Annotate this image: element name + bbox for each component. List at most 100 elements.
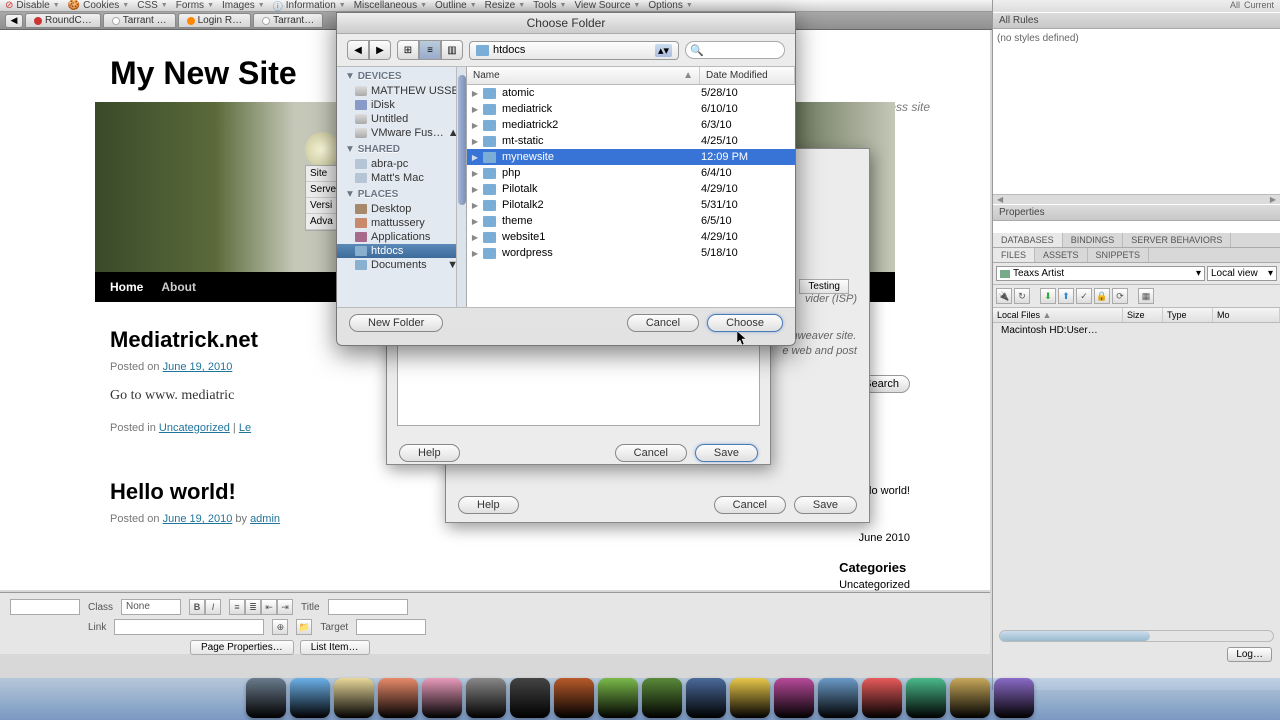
col-size[interactable]: Size <box>1123 308 1163 322</box>
sync-icon[interactable]: ⟳ <box>1112 288 1128 304</box>
testing-button[interactable]: Testing <box>799 279 849 294</box>
hello-world-link[interactable]: lo world! <box>869 485 910 497</box>
dock-app-13[interactable] <box>818 678 858 718</box>
tab-snippets[interactable]: SNIPPETS <box>1088 248 1150 262</box>
italic-icon[interactable]: I <box>205 599 221 615</box>
toolbar-resize[interactable]: Resize ▼ <box>485 0 526 11</box>
tab-tarrant1[interactable]: Tarrant … <box>103 13 176 28</box>
col-type[interactable]: Type <box>1163 308 1213 322</box>
path-selector[interactable]: htdocs ▴▾ <box>469 41 679 60</box>
toolbar-misc[interactable]: Miscellaneous ▼ <box>354 0 427 11</box>
file-row[interactable]: ▶mediatrick26/3/10 <box>467 117 795 133</box>
expand-icon[interactable]: ▦ <box>1138 288 1154 304</box>
site-selector[interactable]: Teaxs Artist▾ <box>996 266 1205 281</box>
log-button[interactable]: Log… <box>1227 647 1272 662</box>
save-button-inner[interactable]: Save <box>695 444 758 462</box>
indent-icon[interactable]: ⇥ <box>277 599 293 615</box>
page-properties-button[interactable]: Page Properties… <box>190 640 294 655</box>
cancel-button-inner[interactable]: Cancel <box>615 444 687 462</box>
file-row[interactable]: ▶wordpress5/18/10 <box>467 245 795 261</box>
dock-app-9[interactable] <box>642 678 682 718</box>
nav-back-btn[interactable]: ◀ <box>347 40 369 60</box>
files-row-1[interactable]: Macintosh HD:User… <box>993 323 1280 338</box>
nav-home[interactable]: Home <box>110 280 143 294</box>
connect-icon[interactable]: 🔌 <box>996 288 1012 304</box>
dock-app-2[interactable] <box>334 678 374 718</box>
dock-app-11[interactable] <box>730 678 770 718</box>
shared-matt[interactable]: Matt's Mac <box>337 171 466 185</box>
tab-databases[interactable]: DATABASES <box>993 233 1063 247</box>
place-home[interactable]: mattussery <box>337 216 466 230</box>
new-folder-button[interactable]: New Folder <box>349 314 443 332</box>
format-select[interactable] <box>10 599 80 615</box>
list-ol-icon[interactable]: ≣ <box>245 599 261 615</box>
dock-app-12[interactable] <box>774 678 814 718</box>
toolbar-images[interactable]: Images ▼ <box>222 0 265 11</box>
choose-button[interactable]: Choose <box>707 314 783 332</box>
uncategorized-link[interactable]: Uncategorized <box>839 579 910 591</box>
device-untitled[interactable]: Untitled <box>337 112 466 126</box>
link-input[interactable] <box>114 619 264 635</box>
category-link[interactable]: Uncategorized <box>159 422 230 434</box>
dock-app-7[interactable] <box>554 678 594 718</box>
outdent-icon[interactable]: ⇤ <box>261 599 277 615</box>
list-ul-icon[interactable]: ≡ <box>229 599 245 615</box>
toolbar-disable[interactable]: ⊘ Disable ▼ <box>5 0 60 11</box>
refresh-icon[interactable]: ↻ <box>1014 288 1030 304</box>
file-row[interactable]: ▶Pilotalk4/29/10 <box>467 181 795 197</box>
dock-app-5[interactable] <box>466 678 506 718</box>
file-row[interactable]: ▶website14/29/10 <box>467 229 795 245</box>
post-date-link[interactable]: June 19, 2010 <box>163 361 233 373</box>
dock-app-3[interactable] <box>378 678 418 718</box>
col-modified[interactable]: Mo <box>1213 308 1280 322</box>
nav-fwd-btn[interactable]: ▶ <box>369 40 391 60</box>
tab-serverbehaviors[interactable]: SERVER BEHAVIORS <box>1123 233 1231 247</box>
place-documents[interactable]: Documents▼ <box>337 258 466 272</box>
help-button-inner[interactable]: Help <box>399 444 460 462</box>
dock-app-1[interactable] <box>290 678 330 718</box>
dock-app-0[interactable] <box>246 678 286 718</box>
all-rules-header[interactable]: All Rules <box>993 12 1280 29</box>
link-browse-icon[interactable]: 📁 <box>296 619 312 635</box>
file-row[interactable]: ▶mediatrick6/10/10 <box>467 101 795 117</box>
place-desktop[interactable]: Desktop <box>337 202 466 216</box>
cancel-button-outer[interactable]: Cancel <box>714 496 786 514</box>
get-icon[interactable]: ⬇ <box>1040 288 1056 304</box>
toolbar-forms[interactable]: Forms ▼ <box>176 0 214 11</box>
toolbar-viewsource[interactable]: View Source ▼ <box>574 0 640 11</box>
dock-app-8[interactable] <box>598 678 638 718</box>
view-columns[interactable]: ▥ <box>441 40 463 60</box>
file-row[interactable]: ▶php6/4/10 <box>467 165 795 181</box>
tab-roundcube[interactable]: RoundC… <box>25 13 101 28</box>
title-input[interactable] <box>328 599 408 615</box>
dock-app-10[interactable] <box>686 678 726 718</box>
tab-tarrant2[interactable]: Tarrant… <box>253 13 323 28</box>
toolbar-options[interactable]: Options ▼ <box>648 0 692 11</box>
target-select[interactable] <box>356 619 426 635</box>
bold-icon[interactable]: B <box>189 599 205 615</box>
toolbar-info[interactable]: ⓘ Information ▼ <box>273 0 346 13</box>
comment-link[interactable]: Le <box>239 422 251 434</box>
back-button[interactable]: ◀ <box>5 14 23 28</box>
checkin-icon[interactable]: 🔒 <box>1094 288 1110 304</box>
tab-bindings[interactable]: BINDINGS <box>1063 233 1124 247</box>
nav-about[interactable]: About <box>161 280 196 294</box>
device-vmware[interactable]: VMware Fus…▲ <box>337 126 466 140</box>
file-row[interactable]: ▶mt-static4/25/10 <box>467 133 795 149</box>
list-item-button[interactable]: List Item… <box>300 640 370 655</box>
archive-link[interactable]: June 2010 <box>859 532 910 544</box>
tab-login[interactable]: Login R… <box>178 13 251 28</box>
view-selector[interactable]: Local view▾ <box>1207 266 1277 281</box>
link-target-icon[interactable]: ⊕ <box>272 619 288 635</box>
properties-header[interactable]: Properties <box>993 204 1280 221</box>
toolbar-tools[interactable]: Tools ▼ <box>533 0 566 11</box>
toolbar-outline[interactable]: Outline ▼ <box>435 0 477 11</box>
place-apps[interactable]: Applications <box>337 230 466 244</box>
dock-app-16[interactable] <box>950 678 990 718</box>
view-list[interactable]: ≡ <box>419 40 441 60</box>
dock-app-15[interactable] <box>906 678 946 718</box>
cancel-button[interactable]: Cancel <box>627 314 699 332</box>
file-row[interactable]: ▶mynewsite12:09 PM <box>467 149 795 165</box>
device-idisk[interactable]: iDisk <box>337 98 466 112</box>
toolbar-css[interactable]: CSS ▼ <box>137 0 168 11</box>
